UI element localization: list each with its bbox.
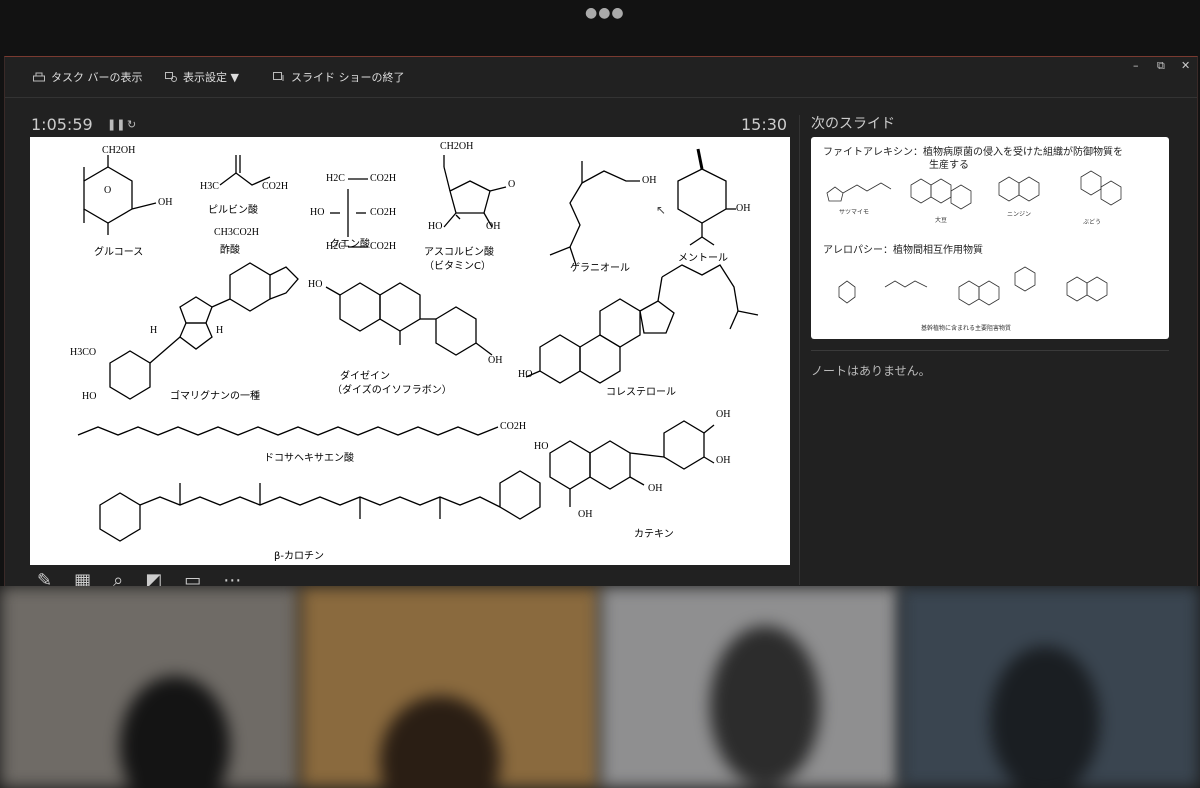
atom-label: O bbox=[104, 185, 112, 196]
atom-label: OH bbox=[578, 509, 593, 520]
participant-video-tile[interactable] bbox=[600, 586, 900, 788]
taskbar-toggle-label: タスク バーの表示 bbox=[51, 71, 143, 84]
panel-divider[interactable] bbox=[799, 115, 800, 585]
atom-label: HO bbox=[82, 391, 97, 402]
atom-label: H3CO bbox=[70, 347, 97, 358]
atom-label: OH bbox=[736, 203, 751, 214]
allelopathy-line: アレロパシー：植物間相互作用物質 bbox=[823, 245, 983, 256]
next-slide-structures bbox=[826, 170, 1122, 306]
participant-video-tile[interactable] bbox=[300, 586, 600, 788]
label-carotene: β-カロチン bbox=[274, 551, 324, 562]
label-acetic: 酢酸 bbox=[220, 245, 240, 256]
taskbar-toggle-button[interactable]: タスク バーの表示 bbox=[33, 69, 143, 85]
label-catechin: カテキン bbox=[634, 529, 674, 540]
next-slide-preview[interactable]: ファイトアレキシン：植物病原菌の侵入を受けた組織が防御物質を 生産する サツマイ… bbox=[811, 137, 1169, 339]
label-daizu: 大豆 bbox=[935, 217, 948, 224]
participant-silhouette bbox=[710, 626, 820, 786]
atom-label: CH2OH bbox=[102, 145, 136, 156]
atom-label: HO bbox=[428, 221, 443, 232]
atom-label: OH bbox=[716, 409, 731, 420]
close-icon[interactable]: ✕ bbox=[1181, 59, 1190, 72]
end-slideshow-label: スライド ショーの終了 bbox=[291, 71, 405, 84]
atom-label: OH bbox=[642, 175, 657, 186]
next-slide-title: 次のスライド bbox=[811, 116, 895, 132]
label-cholesterol: コレステロール bbox=[606, 387, 676, 398]
participant-video-strip bbox=[0, 586, 1200, 788]
display-settings-label: 表示設定 ▼ bbox=[183, 71, 239, 84]
participant-video-tile[interactable] bbox=[900, 586, 1200, 788]
atom-label: HO bbox=[310, 207, 325, 218]
atom-label: OH bbox=[648, 483, 663, 494]
notes-separator bbox=[811, 350, 1169, 351]
participant-silhouette bbox=[380, 696, 500, 788]
atom-label: CO2H bbox=[262, 181, 289, 192]
participant-video-tile[interactable] bbox=[0, 586, 300, 788]
window-more-icon[interactable]: ●●● bbox=[585, 5, 625, 21]
atom-label: OH bbox=[488, 355, 503, 366]
label-ninjin: ニンジン bbox=[1007, 211, 1032, 218]
label-menthol: メントール bbox=[678, 253, 728, 264]
label-daidzein: ダイゼイン bbox=[340, 371, 390, 382]
molecule-structures bbox=[77, 148, 759, 542]
atom-label: HO bbox=[518, 369, 533, 380]
atom-label: CO2H bbox=[370, 241, 397, 252]
pause-icon[interactable]: ❚❚ bbox=[107, 118, 125, 131]
atom-label: HO bbox=[308, 279, 323, 290]
elapsed-timer: 1:05:59 bbox=[31, 115, 93, 134]
minimize-icon[interactable]: – bbox=[1133, 59, 1139, 72]
atom-label: H bbox=[150, 325, 158, 336]
restore-icon[interactable]: ⧉ bbox=[1157, 59, 1165, 73]
atom-label: H bbox=[216, 325, 224, 336]
atom-label: HO bbox=[534, 441, 549, 452]
label-ascorbic: アスコルビン酸 bbox=[424, 247, 494, 258]
label-isoflavone: （ダイズのイソフラボン） bbox=[332, 385, 452, 396]
atom-label: CO2H bbox=[370, 207, 397, 218]
atom-label: OH bbox=[716, 455, 731, 466]
clock: 15:30 bbox=[741, 115, 788, 134]
atom-label: CH2OH bbox=[440, 141, 474, 152]
allelopathy-caption: 基幹植物に含まれる主要阻害物質 bbox=[921, 325, 1012, 332]
label-budou: ぶどう bbox=[1083, 219, 1102, 226]
display-settings-icon bbox=[165, 72, 177, 82]
atom-label: OH bbox=[486, 221, 501, 232]
speaker-notes: ノートはありません。 bbox=[811, 364, 931, 378]
reset-icon[interactable]: ↻ bbox=[127, 118, 136, 131]
atom-label: H2C bbox=[326, 173, 345, 184]
label-citric: クエン酸 bbox=[330, 239, 370, 250]
current-slide[interactable]: CH2OH OH O H3C CO2H CO2H CO2H CO2H H2C H… bbox=[30, 137, 790, 565]
label-satsumaimo: サツマイモ bbox=[839, 209, 870, 216]
atom-label: OH bbox=[158, 197, 173, 208]
atom-label: CO2H bbox=[370, 173, 397, 184]
participant-silhouette bbox=[990, 646, 1100, 788]
participant-silhouette bbox=[120, 676, 230, 788]
atom-label: H3C bbox=[200, 181, 219, 192]
mouse-cursor-icon: ↖ bbox=[656, 203, 667, 217]
taskbar-icon bbox=[33, 72, 45, 82]
label-dha: ドコサヘキサエン酸 bbox=[264, 453, 354, 464]
display-settings-button[interactable]: 表示設定 ▼ bbox=[165, 69, 239, 85]
label-geraniol: ゲラニオール bbox=[570, 263, 630, 274]
atom-label: CO2H bbox=[500, 421, 527, 432]
label-acetic-formula: CH3CO2H bbox=[214, 227, 260, 238]
toolbar: タスク バーの表示 表示設定 ▼ スライド ショーの終了 – ⧉ ✕ bbox=[5, 57, 1197, 98]
label-lignan: ゴマリグナンの一種 bbox=[170, 391, 260, 402]
label-glucose: グルコース bbox=[94, 247, 144, 258]
end-slideshow-icon bbox=[273, 72, 284, 81]
atom-label: O bbox=[508, 179, 516, 190]
label-vitamin-c: （ビタミンC） bbox=[424, 261, 491, 272]
label-pyruvic: ピルビン酸 bbox=[208, 205, 258, 216]
end-slideshow-button[interactable]: スライド ショーの終了 bbox=[273, 69, 405, 85]
